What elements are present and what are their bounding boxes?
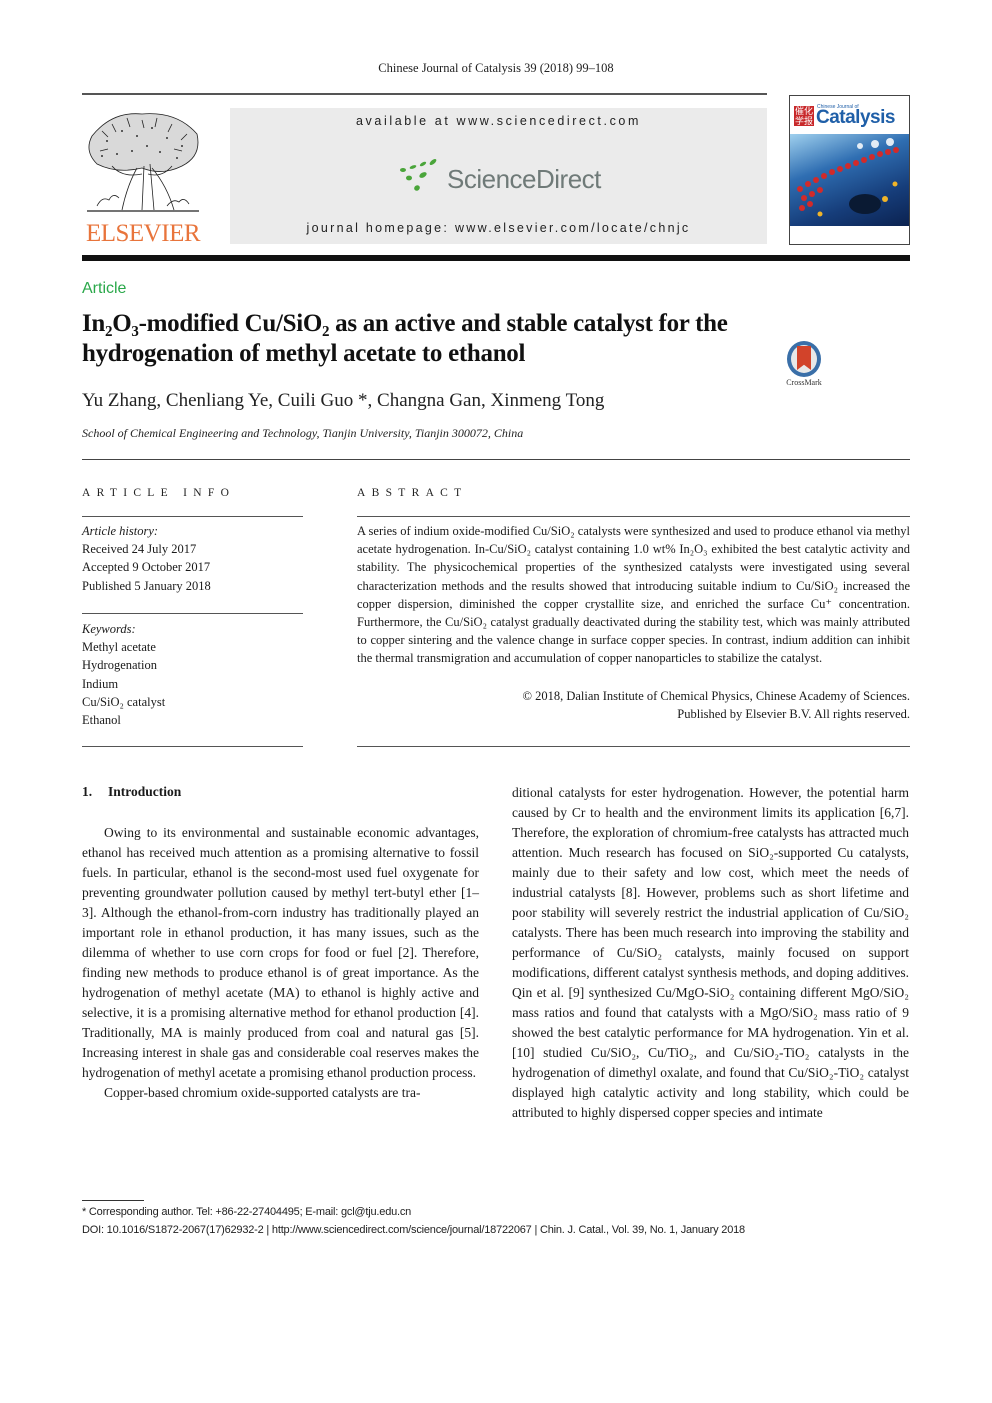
body-column-right: ditional catalysts for ester hydrogenati… [512, 783, 909, 1123]
body-paragraph: Owing to its environmental and sustainab… [82, 825, 479, 1080]
footnote: * Corresponding author. Tel: +86-22-2740… [82, 1203, 745, 1239]
title-rule [82, 459, 910, 460]
abstract-text: A series of indium oxide-modified Cu/SiO… [357, 524, 910, 666]
journal-homepage-link[interactable]: journal homepage: www.elsevier.com/locat… [230, 221, 767, 235]
sciencedirect-logo[interactable]: ScienceDirect [395, 156, 605, 196]
crossmark-label: CrossMark [786, 378, 822, 387]
masthead-rule [82, 255, 910, 261]
publisher-line: Published by Elsevier B.V. All rights re… [677, 707, 910, 722]
affiliation: School of Chemical Engineering and Techn… [82, 426, 524, 440]
keyword-item: Ethanol [82, 713, 121, 728]
title-line-1: In₂O₃-modified Cu/SiO₂ as an active and … [82, 310, 728, 337]
elsevier-logo[interactable]: ELSEVIER [82, 106, 204, 247]
keyword-item: Cu/SiO₂ catalyst [82, 694, 166, 709]
cover-title: Catalysis [816, 107, 895, 128]
body-paragraph: ditional catalysts for ester hydrogenati… [512, 785, 909, 1120]
article-info-heading: ARTICLE INFO [82, 487, 236, 499]
cover-masthead: 催化学报 Chinese Journal of Catalysis [790, 96, 909, 132]
doi-line[interactable]: DOI: 10.1016/S1872-2067(17)62932-2 | htt… [82, 1221, 745, 1239]
info-rule [82, 516, 303, 517]
abstract-copyright: © 2018, Dalian Institute of Chemical Phy… [357, 687, 910, 723]
title-line-2: hydrogenation of methyl acetate to ethan… [82, 340, 526, 367]
article-history: Article history: Received 24 July 2017 A… [82, 522, 211, 595]
keyword-item: Hydrogenation [82, 658, 157, 673]
sciencedirect-leaves-icon [400, 159, 437, 191]
keywords-label: Keywords: [82, 622, 136, 636]
author-list: Yu Zhang, Chenliang Ye, Cuili Guo *, Cha… [82, 390, 605, 411]
keyword-item: Indium [82, 676, 119, 691]
cover-molecules-icon [797, 138, 899, 217]
journal-cover-image[interactable]: 催化学报 Chinese Journal of Catalysis [789, 95, 910, 245]
header-rule [82, 93, 767, 95]
info-rule [82, 746, 303, 747]
crossmark-button[interactable]: CrossMark [781, 341, 827, 389]
article-title: In₂O₃-modified Cu/SiO₂ as an active and … [82, 309, 842, 369]
abstract-rule [357, 516, 910, 517]
history-accepted: Accepted 9 October 2017 [82, 560, 211, 575]
article-type-label: Article [82, 280, 127, 297]
history-label: Article history: [82, 524, 159, 538]
history-published: Published 5 January 2018 [82, 578, 211, 593]
history-received: Received 24 July 2017 [82, 542, 197, 557]
section-number: 1. [82, 784, 93, 799]
cover-artwork [790, 134, 909, 226]
abstract-rule [357, 746, 910, 747]
footnote-rule [82, 1200, 144, 1201]
elsevier-tree-icon [87, 113, 199, 212]
cover-seal-icon: 催化学报 [794, 106, 814, 126]
sciencedirect-wordmark: ScienceDirect [447, 164, 601, 194]
section-heading: 1. Introduction [82, 784, 181, 800]
keywords: Keywords: Methyl acetate Hydrogenation I… [82, 620, 165, 729]
corresponding-author-note: * Corresponding author. Tel: +86-22-2740… [82, 1206, 412, 1218]
running-header: Chinese Journal of Catalysis 39 (2018) 9… [378, 61, 614, 75]
body-paragraph: Copper-based chromium oxide-supported ca… [104, 1085, 421, 1100]
journal-banner: available at www.sciencedirect.com Scien… [230, 108, 767, 244]
info-rule [82, 613, 303, 614]
copyright-line: © 2018, Dalian Institute of Chemical Phy… [522, 689, 910, 703]
keyword-item: Methyl acetate [82, 640, 156, 655]
available-at-link[interactable]: available at www.sciencedirect.com [230, 114, 767, 128]
body-column-left: Owing to its environmental and sustainab… [82, 823, 479, 1103]
elsevier-wordmark: ELSEVIER [85, 220, 201, 247]
cover-footer [790, 227, 909, 244]
abstract-heading: ABSTRACT [357, 487, 468, 499]
section-title: Introduction [108, 784, 182, 799]
